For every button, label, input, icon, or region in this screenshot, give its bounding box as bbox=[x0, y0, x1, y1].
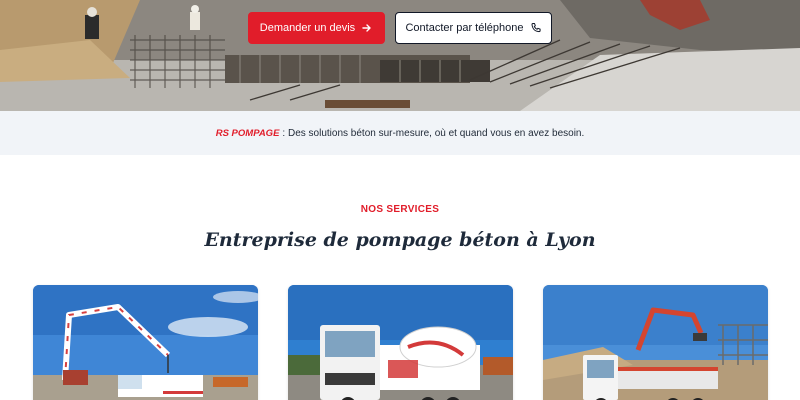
service-card-pump-truck[interactable] bbox=[33, 285, 258, 400]
section-eyebrow: NOS SERVICES bbox=[360, 204, 440, 215]
service-cards bbox=[33, 285, 768, 400]
mixer-truck-image bbox=[288, 285, 513, 400]
tagline-bar: RS POMPAGE : Des solutions béton sur-mes… bbox=[0, 111, 800, 155]
call-phone-label: Contacter par téléphone bbox=[405, 22, 524, 34]
arrow-right-icon bbox=[361, 22, 373, 34]
crane-truck-image bbox=[543, 285, 768, 400]
brand-name: RS POMPAGE bbox=[215, 127, 280, 139]
phone-icon bbox=[530, 22, 542, 34]
services-section: NOS SERVICES Entreprise de pompage béton… bbox=[0, 155, 800, 400]
service-card-crane-truck[interactable] bbox=[543, 285, 768, 400]
hero-banner: Demander un devis Contacter par téléphon… bbox=[0, 0, 800, 111]
request-quote-button[interactable]: Demander un devis bbox=[248, 12, 385, 44]
tagline-text: : Des solutions béton sur-mesure, où et … bbox=[282, 127, 585, 139]
section-title: Entreprise de pompage béton à Lyon bbox=[204, 229, 596, 251]
request-quote-label: Demander un devis bbox=[259, 22, 356, 34]
call-phone-button[interactable]: Contacter par téléphone bbox=[395, 12, 552, 44]
service-card-mixer-truck[interactable] bbox=[288, 285, 513, 400]
pump-truck-image bbox=[33, 285, 258, 400]
